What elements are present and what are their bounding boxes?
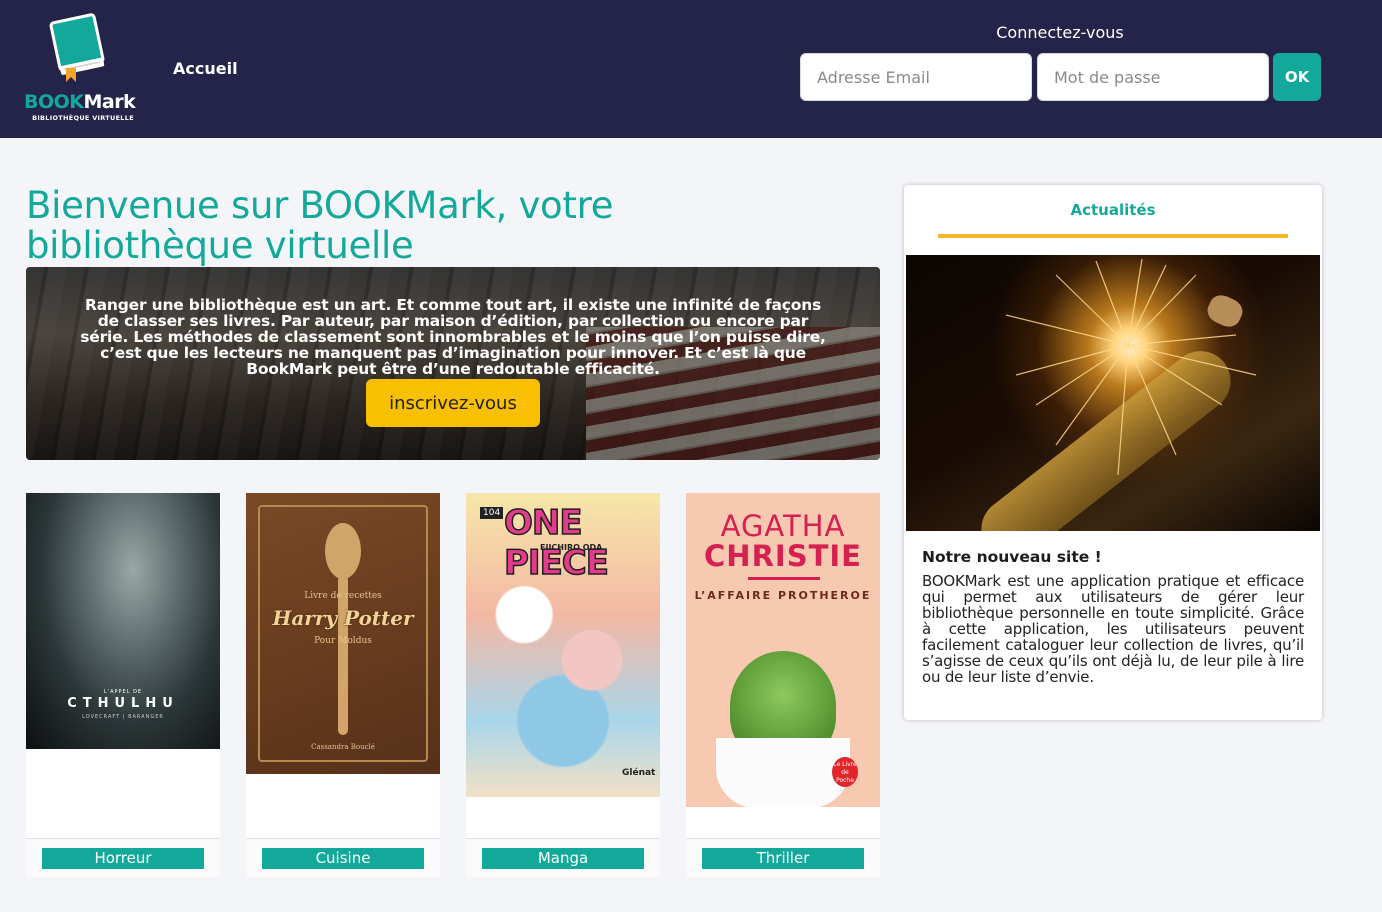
book-card-thriller[interactable]: AGATHA CHRISTIE L’AFFAIRE PROTHEROE Le L…: [686, 493, 880, 877]
card-footer: Horreur: [26, 838, 220, 877]
logo-word-part1: BOOK: [24, 91, 84, 113]
news-image-sparkler: [906, 255, 1320, 531]
news-title: Notre nouveau site !: [922, 548, 1102, 566]
genre-badge[interactable]: Cuisine: [262, 848, 424, 869]
bookmark-logo[interactable]: BOOKMark BIBLIOTHÈQUE VIRTUELLE: [24, 10, 142, 128]
cover-author-last: CHRISTIE: [704, 539, 862, 573]
genre-badge[interactable]: Horreur: [42, 848, 204, 869]
logo-tagline: BIBLIOTHÈQUE VIRTUELLE: [32, 114, 134, 122]
signup-button[interactable]: inscrivez-vous: [366, 379, 540, 427]
book-logo-icon: [49, 13, 105, 82]
card-footer: Thriller: [686, 838, 880, 877]
hero-banner: Ranger une bibliothèque est un art. Et c…: [26, 267, 880, 460]
cover-publisher: Glénat: [622, 768, 656, 778]
cover-volume: 104: [480, 507, 504, 519]
cover-subtitle: L'APPEL DE: [103, 689, 143, 695]
book-card-manga[interactable]: 104 ONE PIECE EIICHIRO ODA Glénat Manga: [466, 493, 660, 877]
news-panel: Actualités Notre nouveau site ! BOOKMark…: [904, 185, 1322, 720]
book-card-horreur[interactable]: L'APPEL DE CTHULHU LOVECRAFT | BARANGER …: [26, 493, 220, 877]
cover-title: L’AFFAIRE PROTHEROE: [694, 589, 872, 602]
cover-subtitle: Livre de recettes: [304, 591, 382, 601]
publisher-logo: Le Livre de Poche: [832, 757, 858, 787]
news-body: BOOKMark est une application pratique et…: [922, 572, 1304, 686]
page-title: Bienvenue sur BOOKMark, votre bibliothèq…: [26, 184, 614, 267]
cover-author-first: AGATHA: [720, 509, 846, 543]
tab-actualites[interactable]: Actualités: [938, 201, 1288, 219]
card-footer: Cuisine: [246, 838, 440, 877]
cover-divider: [748, 577, 820, 580]
logo-word-part2: Mark: [83, 91, 136, 113]
logo-wordmark: BOOKMark: [24, 91, 142, 113]
hero-text: Ranger une bibliothèque est un art. Et c…: [80, 296, 826, 378]
book-cover-agatha-christie[interactable]: AGATHA CHRISTIE L’AFFAIRE PROTHEROE Le L…: [686, 493, 880, 807]
pot-illustration: [716, 738, 850, 807]
book-cover-harry-potter[interactable]: Livre de recettes Harry Potter Pour Mold…: [246, 493, 440, 774]
book-card-cuisine[interactable]: Livre de recettes Harry Potter Pour Mold…: [246, 493, 440, 877]
cover-title: CTHULHU: [67, 696, 179, 711]
genre-badge[interactable]: Manga: [482, 848, 644, 869]
genre-badge[interactable]: Thriller: [702, 848, 864, 869]
top-navbar: BOOKMark BIBLIOTHÈQUE VIRTUELLE Accueil …: [0, 0, 1382, 138]
cover-author: Cassandra Bouclé: [311, 743, 375, 751]
spoon-icon: [325, 523, 361, 579]
book-cover-cthulhu[interactable]: L'APPEL DE CTHULHU LOVECRAFT | BARANGER: [26, 493, 220, 749]
nav-home-link[interactable]: Accueil: [173, 59, 238, 78]
book-cover-one-piece[interactable]: 104 ONE PIECE EIICHIRO ODA Glénat: [466, 493, 660, 797]
cover-title: Harry Potter: [272, 606, 414, 630]
cover-credits: LOVECRAFT | BARANGER: [82, 714, 164, 720]
cover-author: EIICHIRO ODA: [540, 543, 603, 552]
tab-active-indicator: [938, 234, 1288, 238]
sparkler-burst-icon: [1005, 258, 1257, 476]
card-footer: Manga: [466, 838, 660, 877]
email-field[interactable]: [800, 53, 1032, 101]
password-field[interactable]: [1037, 53, 1269, 101]
login-submit-button[interactable]: OK: [1273, 53, 1321, 101]
cover-tagline: Pour Moldus: [314, 636, 372, 646]
login-title: Connectez-vous: [996, 23, 1124, 42]
